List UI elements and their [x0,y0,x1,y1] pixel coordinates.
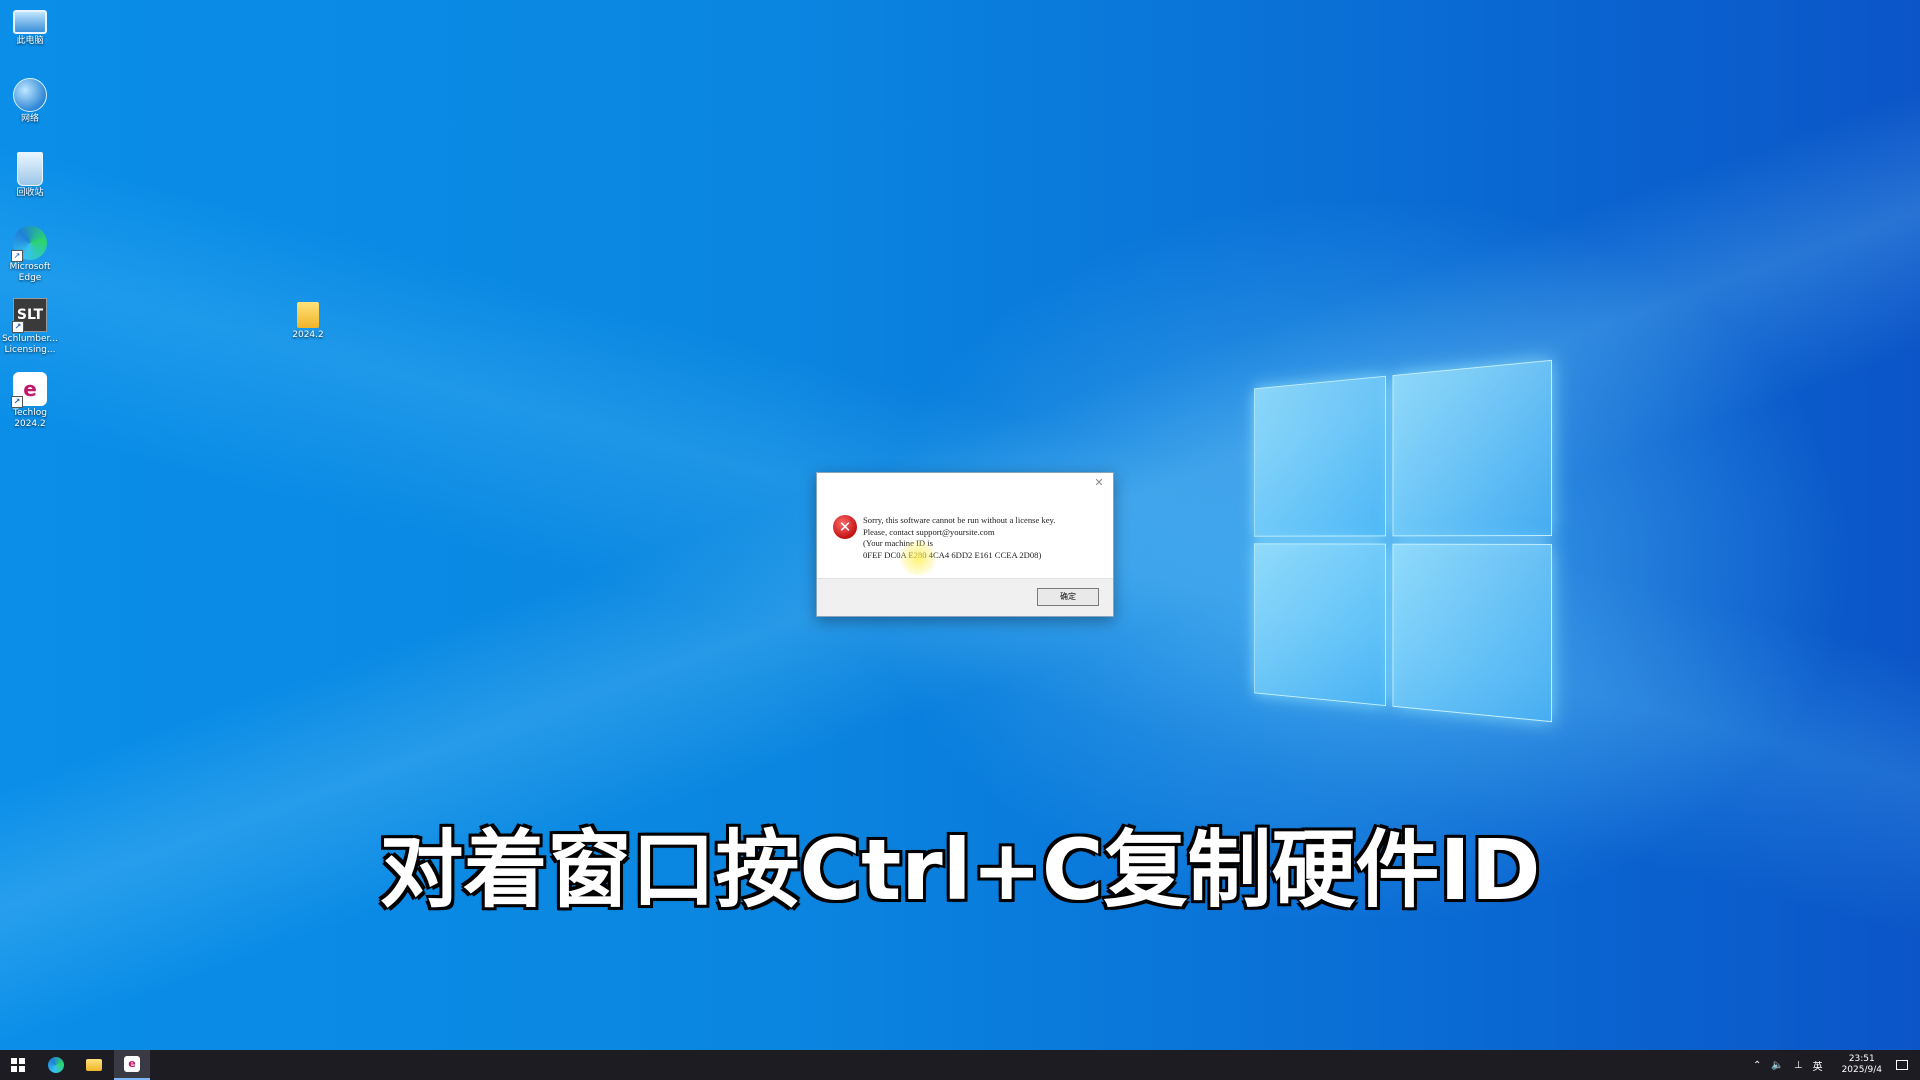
taskbar-file-explorer[interactable] [76,1050,112,1080]
taskbar-edge[interactable] [38,1050,74,1080]
windows-logo-pane [1392,359,1552,537]
clock-date: 2025/9/4 [1841,1065,1882,1075]
edge-icon: ↗ [11,226,47,262]
desktop-icon-recycle-bin[interactable]: 回收站 [0,152,60,199]
desktop-icon-label: Techlog 2024.2 [13,408,47,429]
dialog-message: Sorry, this software cannot be run witho… [863,515,1108,561]
folder-icon [86,1059,102,1071]
edge-icon [48,1057,64,1073]
system-tray: ⌃ 🔈 ⊥ 英 23:51 2025/9/4 [1748,1050,1920,1080]
techlog-icon: e ↗ [11,372,47,408]
windows-logo-pane [1253,543,1387,707]
desktop-icon-label: 回收站 [16,188,44,198]
video-caption: 对着窗口按Ctrl+C复制硬件ID [378,820,1542,921]
windows-logo-wallpaper [1190,359,1552,723]
shortcut-arrow-icon: ↗ [11,396,23,408]
folder-icon [297,302,319,328]
desktop-icon-slt[interactable]: SLT ↗ Schlumber... Licensing... [0,298,60,356]
taskbar-clock[interactable]: 23:51 2025/9/4 [1842,1054,1882,1076]
slt-icon: SLT ↗ [12,298,47,333]
recycle-bin-icon [17,152,43,186]
volume-icon[interactable]: 🔈 [1771,1060,1783,1071]
dialog-message-line: (Your machine ID is [863,538,934,548]
dialog-message-line: Sorry, this software cannot be run witho… [863,515,1056,525]
desktop-icon-label: Microsoft Edge [9,262,51,283]
network-icon [13,78,47,112]
desktop-icon-this-pc[interactable]: 此电脑 [0,6,60,47]
dialog-message-line: Please, contact support@yoursite.com [863,526,995,537]
desktop-icon-label: Schlumber... Licensing... [1,334,59,355]
start-button[interactable] [0,1050,36,1080]
shortcut-arrow-icon: ↗ [12,321,24,333]
windows-start-icon [11,1058,25,1072]
license-error-dialog: ✕ ✕ Sorry, this software cannot be run w… [816,472,1114,617]
windows-logo-pane [1392,543,1552,723]
close-icon[interactable]: ✕ [1091,475,1107,491]
desktop-icon-network[interactable]: 网络 [0,78,60,125]
desktop-icon-label: 网络 [20,114,39,124]
desktop-icon-label: 此电脑 [16,36,44,46]
error-icon: ✕ [833,515,857,539]
desktop-background: 此电脑 网络 回收站 ↗ Microsoft Edge SLT ↗ Schlum… [0,0,1920,1050]
input-language-indicator[interactable]: 英 [1813,1058,1823,1073]
machine-id-text: 0FEF DC0A E280 4CA4 6DD2 E161 CCEA 2D08) [863,549,1042,560]
desktop-icon-label: 2024.2 [292,330,324,340]
desktop-icon-edge[interactable]: ↗ Microsoft Edge [0,226,60,284]
dialog-footer: 确定 [817,578,1113,616]
taskbar-techlog[interactable]: e [114,1050,150,1080]
notification-center-icon[interactable] [1896,1060,1908,1070]
shortcut-arrow-icon: ↗ [11,250,23,262]
network-icon[interactable]: ⊥ [1794,1060,1803,1071]
computer-icon [13,10,47,34]
ok-button[interactable]: 确定 [1037,588,1099,606]
windows-logo-pane [1253,375,1387,537]
show-hidden-icons-icon[interactable]: ⌃ [1753,1060,1761,1071]
taskbar: e ⌃ 🔈 ⊥ 英 23:51 2025/9/4 [0,1050,1920,1080]
clock-time: 23:51 [1848,1054,1875,1064]
desktop-folder-2024-2[interactable]: 2024.2 [278,298,338,341]
desktop-icon-techlog[interactable]: e ↗ Techlog 2024.2 [0,372,60,430]
techlog-icon: e [124,1056,140,1072]
